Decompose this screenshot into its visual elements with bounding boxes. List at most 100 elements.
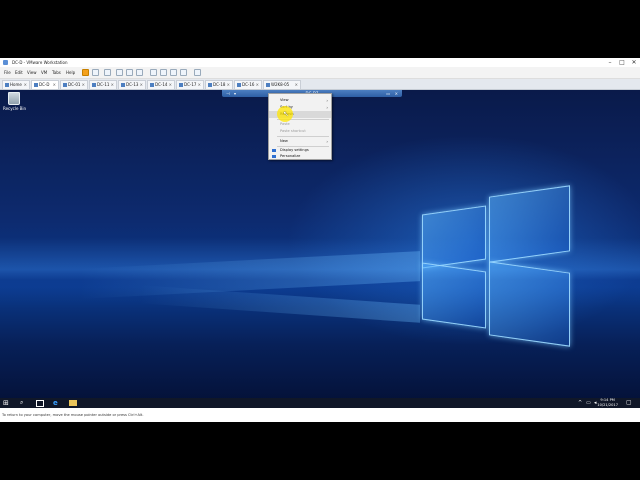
windows-logo-pane-tr <box>489 185 570 263</box>
menu-view[interactable]: View <box>27 67 37 78</box>
tab-dc-16[interactable]: DC-16 × <box>234 80 262 89</box>
menu-item-paste-shortcut: Paste shortcut <box>269 128 331 135</box>
vm-icon <box>179 83 183 87</box>
file-explorer-icon[interactable] <box>69 400 77 406</box>
tab-dc-01[interactable]: DC-01 × <box>60 80 88 89</box>
unity-icon[interactable] <box>180 69 187 76</box>
close-tab-icon[interactable]: × <box>82 81 85 89</box>
window-title: DC-D - VMware Workstation <box>12 60 68 65</box>
tab-label: DC-01 <box>68 82 81 87</box>
mouse-pointer-icon: ↖ <box>283 110 289 118</box>
internet-explorer-icon[interactable]: e <box>53 399 61 407</box>
tab-dc-14[interactable]: DC-14 × <box>147 80 175 89</box>
restore-icon[interactable]: ▭ <box>386 90 390 97</box>
console-view-icon[interactable] <box>194 69 201 76</box>
library-icon[interactable] <box>150 69 157 76</box>
close-tab-icon[interactable]: × <box>198 81 201 89</box>
menu-item-new[interactable]: New › <box>269 138 331 145</box>
thumbnail-icon[interactable] <box>160 69 167 76</box>
title-bar: DC-D - VMware Workstation – □ ✕ <box>0 58 640 67</box>
vm-icon <box>237 83 241 87</box>
home-icon <box>5 83 9 87</box>
snapshot-icon[interactable] <box>116 69 123 76</box>
pin-icon[interactable]: ⊣ <box>226 90 229 97</box>
tab-dc-11[interactable]: DC-11 × <box>89 80 117 89</box>
search-icon[interactable]: ⌕ <box>20 399 28 407</box>
tab-label: W2K8-05 <box>271 82 290 87</box>
pause-icon[interactable] <box>82 69 89 76</box>
menu-separator <box>277 136 329 137</box>
tab-label: DC-16 <box>242 82 255 87</box>
send-ctrl-alt-del-icon[interactable] <box>104 69 111 76</box>
maximize-button[interactable]: □ <box>616 58 628 67</box>
close-tab-icon[interactable]: × <box>256 81 259 89</box>
vm-menu-icon[interactable]: ▾ <box>234 90 236 97</box>
tab-bar: Home × DC-D × DC-01 × DC-11 × DC-13 × DC-14 × … <box>0 79 640 90</box>
menu-item-label: Display settings <box>280 148 309 152</box>
close-tab-icon[interactable]: × <box>295 81 298 89</box>
menu-item-label: Paste shortcut <box>280 129 306 133</box>
tab-dc-13[interactable]: DC-13 × <box>118 80 146 89</box>
status-bar: To return to your computer, move the mou… <box>0 410 640 422</box>
tab-dc-18[interactable]: DC-18 × <box>205 80 233 89</box>
tab-label: DC-11 <box>97 82 110 87</box>
tab-w2k8-05[interactable]: W2K8-05 × <box>263 80 301 89</box>
vm-icon <box>150 83 154 87</box>
vm-icon <box>92 83 96 87</box>
close-tab-icon[interactable]: × <box>227 81 230 89</box>
close-tab-icon[interactable]: × <box>140 81 143 89</box>
tab-label: Home <box>10 82 22 87</box>
submenu-arrow-icon: › <box>326 139 328 144</box>
start-windows-icon[interactable]: ⊞ <box>3 399 11 407</box>
menu-vm[interactable]: VM <box>41 67 47 78</box>
menu-item-personalize[interactable]: Personalize <box>269 153 331 160</box>
snapshot-manager-icon[interactable] <box>136 69 143 76</box>
close-tab-icon[interactable]: × <box>24 81 27 89</box>
desktop-context-menu: View› Sort by› Refresh Paste Paste short… <box>268 93 332 160</box>
menu-edit[interactable]: Edit <box>15 67 23 78</box>
display-icon <box>272 149 276 152</box>
vm-icon <box>63 83 67 87</box>
tab-dc-d[interactable]: DC-D × <box>31 80 59 89</box>
menu-item-view[interactable]: View › <box>269 97 331 104</box>
tab-label: DC-13 <box>126 82 139 87</box>
submenu-arrow-icon: › <box>326 98 328 103</box>
vm-icon <box>34 83 38 87</box>
close-tab-icon[interactable]: × <box>111 81 114 89</box>
recycle-bin-label: Recycle Bin <box>3 106 27 111</box>
menu-item-label: Paste <box>280 122 290 126</box>
network-icon[interactable]: ▭ <box>586 399 594 407</box>
minimize-button[interactable]: – <box>604 58 616 67</box>
tab-home[interactable]: Home × <box>2 80 30 89</box>
power-dropdown-icon[interactable] <box>92 69 99 76</box>
tab-label: DC-18 <box>213 82 226 87</box>
full-screen-icon[interactable] <box>170 69 177 76</box>
tab-dc-17[interactable]: DC-17 × <box>176 80 204 89</box>
vm-icon <box>266 83 270 87</box>
tab-label: DC-14 <box>155 82 168 87</box>
close-fullscreen-icon[interactable]: × <box>395 90 398 97</box>
menu-item-label: View <box>280 98 289 102</box>
windows-logo-pane-bl <box>422 262 486 329</box>
vm-icon <box>121 83 125 87</box>
menu-item-label: New <box>280 139 288 143</box>
menu-tabs[interactable]: Tabs <box>52 67 61 78</box>
vm-icon <box>208 83 212 87</box>
windows-logo-pane-tl <box>422 205 486 269</box>
taskbar-clock[interactable]: 9:14 PM 10/21/2017 <box>597 398 618 407</box>
personalize-icon <box>272 155 276 158</box>
revert-snapshot-icon[interactable] <box>126 69 133 76</box>
clock-date: 10/21/2017 <box>597 402 618 407</box>
menu-file[interactable]: File <box>4 67 11 78</box>
show-hidden-icons-icon[interactable]: ^ <box>578 399 586 407</box>
close-button[interactable]: ✕ <box>628 58 640 67</box>
close-tab-icon[interactable]: × <box>53 81 56 89</box>
menu-help[interactable]: Help <box>66 67 75 78</box>
vmware-app-icon <box>3 60 8 65</box>
notifications-icon[interactable]: ▢ <box>626 399 634 407</box>
close-tab-icon[interactable]: × <box>169 81 172 89</box>
recycle-bin-shortcut[interactable]: Recycle Bin <box>3 92 27 111</box>
menu-item-paste: Paste <box>269 121 331 128</box>
task-view-icon[interactable] <box>36 400 44 407</box>
recycle-bin-icon <box>8 92 20 105</box>
